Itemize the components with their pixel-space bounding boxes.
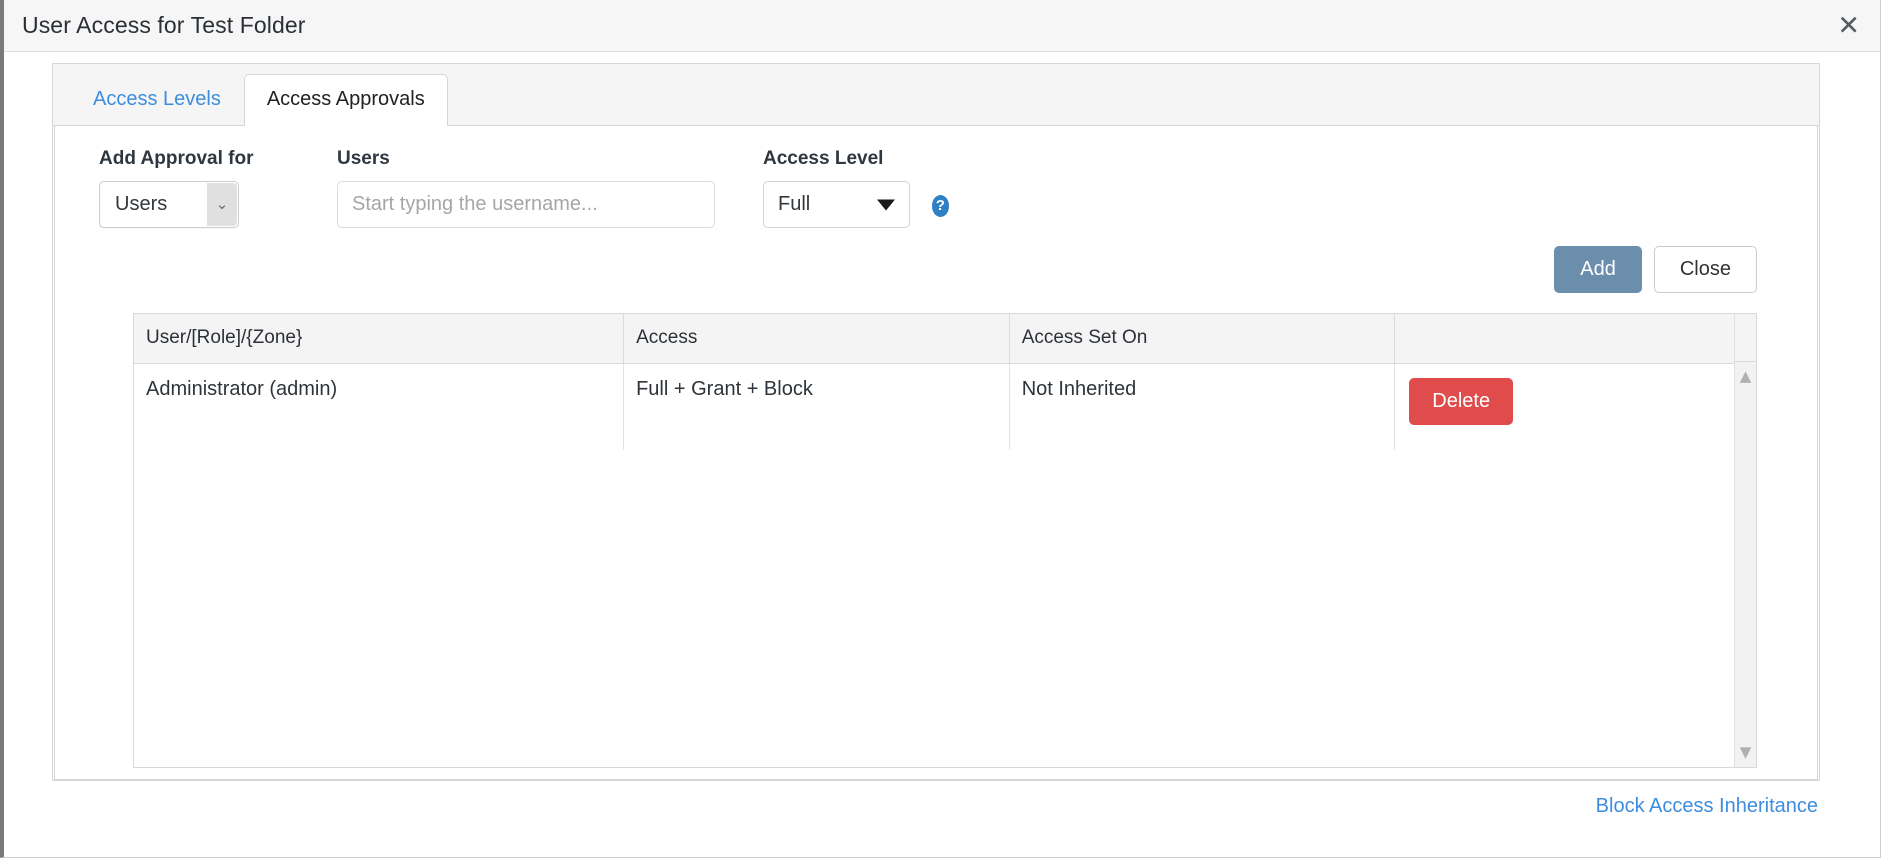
- cell-access-set-on: Not Inherited: [1009, 363, 1396, 450]
- scrollbar-header-spacer: [1735, 314, 1756, 362]
- approval-for-arrow-box: ⌄: [207, 183, 237, 226]
- users-input[interactable]: [337, 181, 715, 228]
- chevron-down-icon: ⌄: [215, 195, 229, 213]
- cell-access: Full + Grant + Block: [623, 363, 1010, 450]
- access-table: User/[Role]/{Zone} Access Access Set On …: [134, 314, 1734, 450]
- add-approval-form: Add Approval for Users ⌄ Users Access Le…: [55, 126, 1817, 228]
- access-level-select[interactable]: Full: [763, 181, 910, 228]
- content-panel: Access Levels Access Approvals Add Appro…: [52, 63, 1820, 781]
- grid-vertical-scrollbar[interactable]: ▲ ▼: [1734, 314, 1756, 767]
- grid-main: User/[Role]/{Zone} Access Access Set On …: [134, 314, 1734, 767]
- access-level-value: Full: [778, 193, 811, 215]
- tab-access-levels[interactable]: Access Levels: [70, 74, 244, 125]
- tab-panel-access-approvals: Add Approval for Users ⌄ Users Access Le…: [54, 126, 1818, 780]
- chevron-up-icon[interactable]: ▲: [1735, 369, 1756, 384]
- table-head: User/[Role]/{Zone} Access Access Set On: [134, 314, 1734, 364]
- label-access-level: Access Level: [763, 148, 884, 169]
- column-header-access-set-on[interactable]: Access Set On: [1009, 314, 1396, 364]
- table-row: Administrator (admin) Full + Grant + Blo…: [134, 363, 1734, 450]
- access-level-row: Full ?: [763, 181, 949, 228]
- triangle-down-icon: [876, 199, 895, 210]
- scrollbar-track[interactable]: ▲ ▼: [1735, 362, 1756, 767]
- access-approvals-grid: User/[Role]/{Zone} Access Access Set On …: [133, 313, 1757, 768]
- chevron-down-icon[interactable]: ▼: [1735, 745, 1756, 760]
- table-body: Administrator (admin) Full + Grant + Blo…: [134, 363, 1734, 450]
- table-header-row: User/[Role]/{Zone} Access Access Set On: [134, 314, 1734, 364]
- delete-button[interactable]: Delete: [1409, 378, 1514, 425]
- field-access-level: Access Level Full ?: [763, 148, 949, 228]
- dialog-titlebar: User Access for Test Folder ✕: [4, 0, 1880, 52]
- field-users: Users: [337, 148, 715, 228]
- question-mark-icon[interactable]: ?: [931, 194, 949, 217]
- label-add-approval-for: Add Approval for: [99, 148, 254, 169]
- add-button[interactable]: Add: [1554, 246, 1642, 293]
- cell-user: Administrator (admin): [134, 363, 625, 450]
- footer: Block Access Inheritance: [1596, 795, 1818, 818]
- cell-actions: Delete: [1395, 364, 1734, 450]
- column-header-access[interactable]: Access: [623, 314, 1010, 364]
- approval-for-select[interactable]: Users ⌄: [99, 181, 239, 228]
- tab-access-approvals[interactable]: Access Approvals: [243, 74, 448, 126]
- close-button[interactable]: Close: [1653, 246, 1757, 293]
- close-x-icon[interactable]: ✕: [1837, 12, 1860, 39]
- block-access-inheritance-link[interactable]: Block Access Inheritance: [1596, 795, 1818, 817]
- label-users: Users: [337, 148, 390, 169]
- column-header-user[interactable]: User/[Role]/{Zone}: [134, 314, 625, 364]
- dialog-window: User Access for Test Folder ✕ Access Lev…: [0, 0, 1881, 858]
- form-actions: Add Close: [55, 228, 1817, 293]
- dialog-title: User Access for Test Folder: [22, 12, 306, 38]
- column-header-actions: [1394, 314, 1734, 364]
- tab-strip: Access Levels Access Approvals: [53, 64, 1819, 126]
- approval-for-value: Users: [115, 193, 168, 215]
- field-approval-for: Add Approval for Users ⌄: [99, 148, 299, 228]
